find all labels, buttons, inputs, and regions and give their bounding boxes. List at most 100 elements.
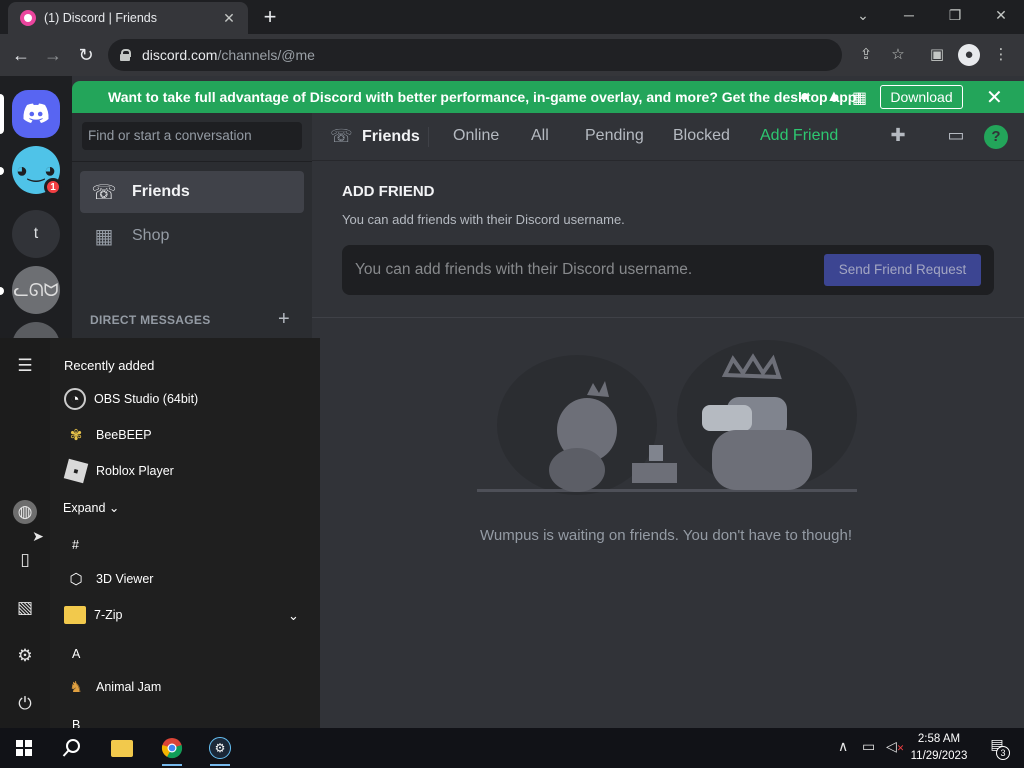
- forward-icon[interactable]: →: [40, 42, 66, 68]
- friends-main: ☏ Friends Online All Pending Blocked Add…: [312, 113, 1024, 728]
- network-icon[interactable]: ▭: [862, 738, 875, 755]
- app-label: 3D Viewer: [96, 572, 154, 586]
- bee-icon: ✾: [69, 427, 83, 444]
- letter-header-hash[interactable]: #: [72, 538, 79, 552]
- windows-icon: ▦: [852, 90, 868, 107]
- tab-blocked[interactable]: Blocked: [673, 127, 730, 145]
- action-center-icon[interactable]: ▤ 3: [984, 736, 1010, 760]
- expand-label: Expand: [63, 501, 106, 515]
- new-tab-button[interactable]: +: [258, 6, 282, 30]
- guild-avatar-t[interactable]: t: [12, 210, 60, 258]
- android-icon: ▲: [826, 88, 842, 105]
- lock-icon: [120, 49, 131, 61]
- guild-avatar-1[interactable]: ◕‿◕ 1: [12, 146, 62, 196]
- app-obs-studio[interactable]: ◔ OBS Studio (64bit): [64, 385, 198, 413]
- window-close-icon[interactable]: ✕: [978, 0, 1024, 30]
- app-label: Animal Jam: [96, 680, 162, 694]
- apple-icon: ●: [800, 88, 810, 105]
- side-panel-icon[interactable]: ▣: [926, 44, 948, 66]
- app-3d-viewer[interactable]: ⬡ 3D Viewer: [64, 565, 153, 593]
- documents-icon[interactable]: ▯: [13, 548, 37, 572]
- steam-icon[interactable]: ⚙: [202, 734, 238, 766]
- tab-close-icon[interactable]: ✕: [220, 10, 238, 27]
- app-beebeep[interactable]: ✾ BeeBEEP: [64, 421, 152, 449]
- power-icon[interactable]: ⏻: [13, 692, 37, 716]
- volume-muted-icon[interactable]: ◁✕: [886, 738, 904, 755]
- search-icon[interactable]: [54, 734, 90, 762]
- system-clock[interactable]: 2:58 AM 11/29/2023: [906, 731, 972, 765]
- tab-pending[interactable]: Pending: [585, 127, 644, 145]
- tab-search-icon[interactable]: ⌄: [840, 0, 886, 30]
- url-host: discord.com: [142, 47, 218, 63]
- windows-logo-icon: [16, 740, 32, 756]
- download-button[interactable]: Download: [880, 85, 963, 109]
- hamburger-menu-icon[interactable]: ☰: [13, 354, 37, 378]
- tab-add-friend[interactable]: Add Friend: [760, 127, 838, 145]
- tab-all[interactable]: All: [531, 127, 549, 145]
- sidebar-divider: [72, 161, 312, 162]
- sidebar-item-shop[interactable]: ▦ Shop: [80, 215, 304, 257]
- create-dm-icon[interactable]: +: [278, 308, 290, 331]
- tab-online[interactable]: Online: [453, 127, 499, 145]
- chrome-icon[interactable]: [154, 734, 190, 766]
- help-icon[interactable]: ?: [984, 125, 1008, 149]
- app-7zip-folder[interactable]: 7-Zip: [64, 601, 122, 629]
- tray-chevron-icon[interactable]: ∧: [838, 738, 848, 755]
- notification-badge: 1: [44, 178, 62, 196]
- guild-avatar-3[interactable]: ᓚᘏᗢ: [12, 266, 60, 314]
- cube-icon: ⬡: [69, 571, 83, 588]
- dm-header: DIRECT MESSAGES: [90, 313, 211, 327]
- friends-topbar: ☏ Friends Online All Pending Blocked Add…: [312, 113, 1024, 161]
- browser-tab[interactable]: (1) Discord | Friends ✕: [8, 2, 248, 34]
- add-friend-placeholder: You can add friends with their Discord u…: [355, 261, 693, 278]
- user-account-icon[interactable]: ◍: [13, 500, 37, 524]
- restore-icon[interactable]: ❐: [932, 0, 978, 30]
- search-input[interactable]: Find or start a conversation: [82, 122, 302, 150]
- start-menu-rail: ☰ ◍ ➤ ▯ ▧ ⚙ ⏻: [0, 338, 50, 728]
- screen: (1) Discord | Friends ✕ + ⌄ ─ ❐ ✕ ← → ↻ …: [0, 0, 1024, 768]
- profile-icon[interactable]: ●: [958, 44, 980, 66]
- empty-state-text: Wumpus is waiting on friends. You don't …: [480, 527, 852, 544]
- app-animal-jam[interactable]: ♞ Animal Jam: [64, 673, 161, 701]
- bookmark-star-icon[interactable]: ☆: [887, 44, 909, 66]
- sidebar-item-friends[interactable]: ☏ Friends: [80, 171, 304, 213]
- clock-date: 11/29/2023: [910, 750, 968, 762]
- mouse-cursor-icon: ➤: [32, 528, 44, 544]
- pictures-icon[interactable]: ▧: [13, 596, 37, 620]
- unread-pill: [0, 167, 4, 175]
- banner-close-icon[interactable]: ✕: [986, 85, 1003, 110]
- home-button[interactable]: [12, 90, 60, 138]
- send-friend-request-button[interactable]: Send Friend Request: [824, 254, 981, 286]
- notification-count: 3: [996, 746, 1010, 760]
- folder-chevron-icon[interactable]: ⌄: [288, 608, 299, 624]
- file-explorer-icon[interactable]: [104, 734, 140, 762]
- shop-label: Shop: [132, 227, 170, 244]
- browser-tab-bar: (1) Discord | Friends ✕ + ⌄ ─ ❐ ✕: [0, 0, 1024, 34]
- unread-pill-2: [0, 287, 4, 295]
- address-bar[interactable]: discord.com/channels/@me: [108, 39, 842, 71]
- share-icon[interactable]: ⇪: [855, 44, 877, 66]
- settings-gear-icon[interactable]: ⚙: [13, 644, 37, 668]
- chrome-glyph: [161, 738, 183, 759]
- discord-logo-icon: [23, 103, 49, 123]
- tab-title: (1) Discord | Friends: [44, 11, 157, 25]
- letter-header-a[interactable]: A: [72, 647, 80, 661]
- menu-dots-icon[interactable]: ⋮: [990, 44, 1012, 66]
- add-friend-input[interactable]: You can add friends with their Discord u…: [342, 245, 994, 295]
- clock-time: 2:58 AM: [917, 733, 961, 745]
- add-friend-subtitle: You can add friends with their Discord u…: [342, 212, 625, 227]
- reload-icon[interactable]: ↻: [73, 42, 99, 68]
- app-label: OBS Studio (64bit): [94, 392, 199, 406]
- app-roblox-player[interactable]: ▪ Roblox Player: [63, 457, 174, 485]
- new-group-dm-icon[interactable]: ✚: [886, 125, 910, 149]
- minimize-icon[interactable]: ─: [886, 0, 932, 30]
- windows-taskbar: ⚙ ∧ ▭ ◁✕ 2:58 AM 11/29/2023 ▤ 3: [0, 728, 1024, 768]
- back-icon[interactable]: ←: [8, 42, 34, 68]
- recently-added-heading: Recently added: [64, 358, 155, 373]
- wumpus-illustration: [477, 340, 857, 495]
- inbox-icon[interactable]: ▭: [944, 125, 968, 149]
- browser-toolbar: ← → ↻ discord.com/channels/@me ⇪ ☆ ▣ ● ⋮: [0, 34, 1024, 76]
- start-button-icon[interactable]: [6, 734, 42, 762]
- expand-button[interactable]: Expand ⌄: [63, 500, 119, 515]
- app-label: 7-Zip: [94, 608, 123, 622]
